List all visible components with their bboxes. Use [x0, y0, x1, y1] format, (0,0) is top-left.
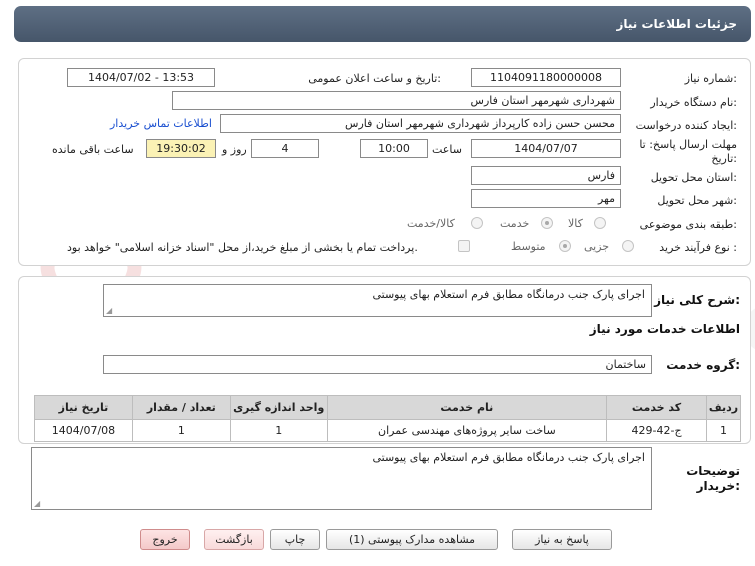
cell-row-number: 1 — [705, 419, 742, 442]
remaining-days-field: 4 — [251, 139, 319, 158]
remaining-time-field: 19:30:02 — [146, 139, 216, 158]
city-field: مهر — [471, 189, 621, 208]
buyer-contact-link[interactable]: اطلاعات تماس خریدار — [110, 117, 212, 130]
col-service-code: کد خدمت — [606, 395, 707, 420]
summary-text: اجرای پارک جنب درمانگاه مطابق فرم استعلا… — [103, 284, 652, 317]
creator-label: ایجاد کننده درخواست: — [635, 119, 737, 132]
col-service-name: نام خدمت — [326, 395, 608, 420]
category-radio-goods[interactable] — [594, 217, 606, 229]
col-unit: واحد اندازه گیری — [229, 395, 328, 420]
city-label: شهر محل تحویل: — [657, 194, 737, 207]
service-group-label: گروه خدمت: — [666, 358, 740, 372]
services-heading: اطلاعات خدمات مورد نیاز — [589, 322, 740, 336]
col-row: ردیف — [705, 395, 742, 420]
services-table: تاریخ نیاز تعداد / مقدار واحد اندازه گیر… — [34, 395, 742, 442]
summary-text-value: اجرای پارک جنب درمانگاه مطابق فرم استعلا… — [372, 288, 645, 301]
process-type-label: نوع فرآیند خرید : — [659, 241, 737, 254]
process-option-medium: متوسط — [511, 240, 546, 253]
service-group-field: ساختمان — [103, 355, 652, 374]
buyer-notes-text: اجرای پارک جنب درمانگاه مطابق فرم استعلا… — [31, 447, 652, 510]
province-field: فارس — [471, 166, 621, 185]
cell-service-code: ج-42-429 — [606, 419, 707, 442]
print-button[interactable]: چاپ — [270, 529, 320, 550]
col-need-date: تاریخ نیاز — [34, 395, 133, 420]
process-option-minor: جزیی — [584, 240, 610, 253]
buyer-notes-label: توضیحات خریدار: — [686, 464, 740, 493]
cell-need-date: 1404/07/08 — [34, 419, 133, 442]
table-row: 1404/07/08 1 1 ساخت سایر پروژه‌های مهندس… — [34, 419, 742, 442]
cell-quantity: 1 — [131, 419, 231, 442]
remaining-time-label: ساعت باقی مانده — [52, 143, 134, 156]
treasury-payment-checkbox[interactable] — [458, 240, 470, 252]
reply-button[interactable]: پاسخ به نیاز — [512, 529, 612, 550]
category-radio-goods-service[interactable] — [471, 217, 483, 229]
buyer-org-field: شهرداری شهرمهر استان فارس — [172, 91, 621, 110]
category-option-goods-service: کالا/خدمت — [407, 217, 455, 230]
resize-grip-icon: ◢ — [34, 499, 41, 508]
creator-field: محسن حسن زاده کارپرداز شهرداری شهرمهر اس… — [220, 114, 621, 133]
buyer-notes-value: اجرای پارک جنب درمانگاه مطابق فرم استعلا… — [372, 451, 645, 464]
category-option-goods: کالا — [568, 217, 583, 230]
need-number-label: شماره نیاز: — [684, 72, 737, 85]
announce-datetime-field: 1404/07/02 - 13:53 — [67, 68, 215, 87]
need-number-field: 1104091180000008 — [471, 68, 621, 87]
category-option-service: خدمت — [500, 217, 530, 230]
announce-datetime-label: تاریخ و ساعت اعلان عمومی: — [308, 72, 441, 85]
cell-unit: 1 — [229, 419, 328, 442]
deadline-time-label: ساعت — [432, 143, 462, 156]
table-header-row: تاریخ نیاز تعداد / مقدار واحد اندازه گیر… — [34, 395, 742, 420]
deadline-label: مهلت ارسال پاسخ: تا تاریخ: — [639, 138, 737, 165]
category-label: طبقه بندی موضوعی: — [639, 218, 737, 231]
process-radio-medium[interactable] — [559, 240, 571, 252]
category-radio-service[interactable] — [541, 217, 553, 229]
summary-label: شرح کلی نیاز: — [654, 293, 740, 307]
province-label: استان محل تحویل: — [650, 171, 737, 184]
resize-grip-icon: ◢ — [106, 306, 113, 315]
page-title: جزئیات اطلاعات نیاز — [14, 6, 751, 42]
days-label: روز و — [222, 143, 247, 156]
deadline-time-field: 10:00 — [360, 139, 428, 158]
exit-button[interactable]: خروج — [140, 529, 190, 550]
deadline-date-field: 1404/07/07 — [471, 139, 621, 158]
buyer-org-label: نام دستگاه خریدار: — [650, 96, 737, 109]
cell-service-name: ساخت سایر پروژه‌های مهندسی عمران — [326, 419, 608, 442]
treasury-payment-note: پرداخت تمام یا بخشی از مبلغ خرید،از محل … — [67, 241, 418, 254]
process-radio-minor[interactable] — [622, 240, 634, 252]
back-button[interactable]: بازگشت — [204, 529, 264, 550]
attachments-button[interactable]: مشاهده مدارک پیوستی (1) — [326, 529, 498, 550]
col-quantity: تعداد / مقدار — [131, 395, 231, 420]
